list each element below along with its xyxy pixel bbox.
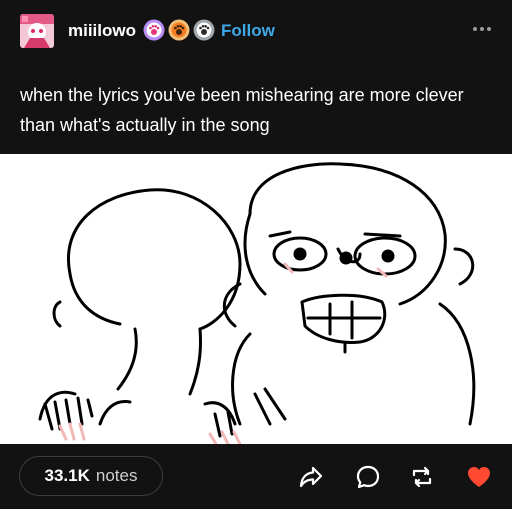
gray-paw-badge-icon <box>193 19 215 41</box>
share-icon[interactable] <box>298 464 324 490</box>
badges <box>143 19 215 41</box>
username[interactable]: miiilowo <box>68 21 136 41</box>
orange-paw-badge-icon <box>168 19 190 41</box>
reply-icon[interactable] <box>355 464 381 490</box>
post-header: miiilowo Follow <box>0 0 512 62</box>
more-options-icon[interactable] <box>470 22 494 36</box>
tumblr-post: miiilowo Follow when the lyrics you've b… <box>0 0 512 509</box>
reblog-icon[interactable] <box>409 464 435 490</box>
like-icon[interactable] <box>466 464 492 490</box>
post-footer: 33.1K notes <box>0 444 512 509</box>
follow-button[interactable]: Follow <box>221 21 275 41</box>
notes-label: notes <box>95 466 138 485</box>
purple-paw-badge-icon <box>143 19 165 41</box>
notes-button[interactable]: 33.1K notes <box>19 456 163 496</box>
post-caption: when the lyrics you've been mishearing a… <box>20 85 464 135</box>
avatar[interactable] <box>20 14 54 48</box>
notes-count: 33.1K <box>44 466 90 485</box>
post-image[interactable] <box>0 154 512 444</box>
